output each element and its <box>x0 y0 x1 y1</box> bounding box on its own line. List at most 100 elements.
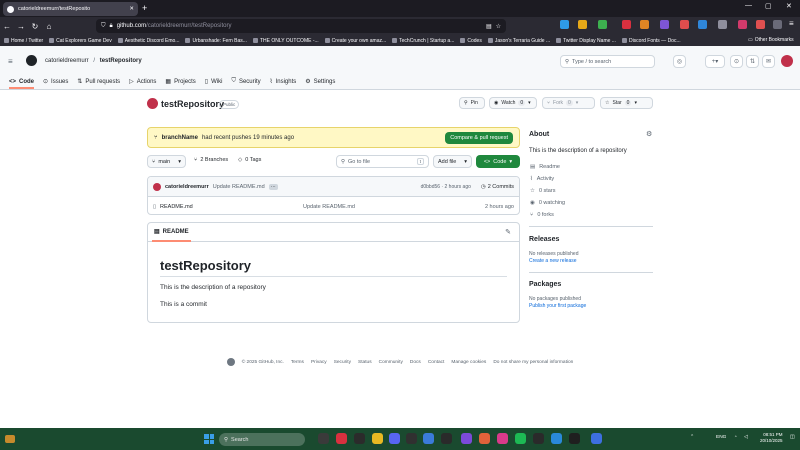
create-release-link[interactable]: Create a new release <box>529 258 577 264</box>
footer-link[interactable]: Status <box>358 360 372 365</box>
tab-actions[interactable]: ▷ Actions <box>129 78 156 89</box>
extensions-menu-icon[interactable] <box>773 20 782 29</box>
code-button[interactable]: <> Code ▾ <box>476 155 520 168</box>
commit-author[interactable]: catorieldreemurr <box>165 184 209 190</box>
taskbar-app-icon[interactable] <box>591 433 602 444</box>
close-tab-icon[interactable]: ✕ <box>129 6 134 12</box>
watching-link[interactable]: ◉ 0 watching <box>530 200 565 206</box>
bookmark-item[interactable]: Codes <box>460 38 482 44</box>
firefox-icon[interactable] <box>479 433 490 444</box>
forks-link[interactable]: ⑂ 0 forks <box>530 212 554 218</box>
repo-title[interactable]: testRepository <box>161 99 224 109</box>
issues-icon[interactable]: ⊙ <box>730 55 743 68</box>
file-commit-message[interactable]: Update README.md <box>303 204 355 210</box>
extension-icon[interactable] <box>756 20 765 29</box>
tags-link[interactable]: ◇ 0 Tags <box>238 157 261 163</box>
window-close-icon[interactable]: ✕ <box>786 2 792 10</box>
pull-requests-icon[interactable]: ⇅ <box>746 55 759 68</box>
volume-icon[interactable]: ◁ <box>744 435 748 440</box>
commits-link[interactable]: ◷ 2 Commits <box>481 184 514 190</box>
taskbar-app-icon[interactable] <box>497 433 508 444</box>
address-bar[interactable]: ⛉ 🔒︎ github.com/catorieldreemurr/testRep… <box>96 19 506 33</box>
maximize-icon[interactable]: ▢ <box>765 2 772 10</box>
star-button[interactable]: ☆ Star 0 ▾ <box>600 97 653 109</box>
branch-selector[interactable]: ⑂ main ▾ <box>147 155 186 168</box>
taskbar-app-icon[interactable] <box>318 433 329 444</box>
breadcrumb-owner[interactable]: catorieldreemurr <box>45 58 89 64</box>
tab-security[interactable]: ⛉ Security <box>231 78 260 89</box>
file-explorer-icon[interactable] <box>372 433 383 444</box>
gear-icon[interactable]: ⚙ <box>646 130 652 138</box>
extension-icon[interactable] <box>578 20 587 29</box>
notification-icon[interactable]: ◫ <box>790 435 795 440</box>
add-file-button[interactable]: Add file ▾ <box>433 155 472 168</box>
bookmark-item[interactable]: Discord Fonts — Doc... <box>621 38 681 44</box>
extension-icon[interactable] <box>698 20 707 29</box>
start-button[interactable] <box>204 434 214 444</box>
search-input[interactable]: ⚲ Type / to search <box>560 55 655 68</box>
readme-tab[interactable]: ▤ README <box>152 223 191 242</box>
taskbar-app-icon[interactable] <box>423 433 434 444</box>
footer-link[interactable]: Security <box>334 360 351 365</box>
extension-icon[interactable] <box>680 20 689 29</box>
github-logo-icon[interactable] <box>226 358 235 366</box>
extension-icon[interactable] <box>738 20 747 29</box>
activity-link[interactable]: ⌇ Activity <box>530 176 554 182</box>
avatar[interactable] <box>781 55 793 67</box>
footer-link[interactable]: Privacy <box>311 360 327 365</box>
clock[interactable]: 08:51 PM 20/10/2025 <box>760 432 783 444</box>
bookmark-star-icon[interactable]: ☆ <box>496 23 501 30</box>
extension-icon[interactable] <box>718 20 727 29</box>
footer-link[interactable]: Do not share my personal information <box>493 360 573 365</box>
bookmark-item[interactable]: Twitter Display Name ... <box>556 38 616 44</box>
language-indicator[interactable]: ENG <box>716 435 726 440</box>
footer-link[interactable]: Contact <box>428 360 445 365</box>
weather-widget[interactable] <box>5 432 45 446</box>
extension-icon[interactable] <box>640 20 649 29</box>
tab-code[interactable]: <> Code <box>9 79 35 89</box>
other-bookmarks[interactable]: ▭ Other Bookmarks <box>748 37 794 43</box>
tab-insights[interactable]: ⌇ Insights <box>270 78 297 89</box>
download-icon[interactable] <box>560 20 569 29</box>
breadcrumb-repo[interactable]: testRepository <box>100 58 142 64</box>
bookmark-item[interactable]: Create your own amaz... <box>324 38 386 44</box>
stars-link[interactable]: ☆ 0 stars <box>530 188 555 194</box>
footer-link[interactable]: Docs <box>410 360 421 365</box>
repo-owner-avatar[interactable] <box>147 98 158 109</box>
releases-heading[interactable]: Releases <box>529 236 559 243</box>
pin-button[interactable]: ⚲ Pin <box>459 97 485 109</box>
footer-link[interactable]: Community <box>379 360 403 365</box>
browser-tab[interactable]: catorieldreemurr/testReposito ✕ <box>3 2 138 16</box>
commit-meta[interactable]: d0bbd56 · 2 hours ago <box>421 184 471 190</box>
spotify-icon[interactable] <box>515 433 526 444</box>
tab-wiki[interactable]: ▯ Wiki <box>205 78 223 89</box>
tray-chevron-icon[interactable]: ⌃ <box>690 435 694 440</box>
commit-message[interactable]: Update README.md <box>213 184 265 190</box>
table-row[interactable]: ▯ README.md Update README.md 2 hours ago <box>148 198 519 214</box>
fork-button[interactable]: ⑂ Fork 0 ▾ <box>542 97 595 109</box>
watch-button[interactable]: ◉ Watch 0 ▾ <box>489 97 537 109</box>
vscode-icon[interactable] <box>551 433 562 444</box>
taskbar-app-icon[interactable] <box>336 433 347 444</box>
compare-pull-request-button[interactable]: Compare & pull request <box>445 131 513 144</box>
bookmark-item[interactable]: TechCrunch | Startup a... <box>392 38 454 44</box>
bookmark-item[interactable]: Home / Twitter <box>4 38 43 44</box>
github-logo-icon[interactable] <box>26 55 37 66</box>
taskbar-app-icon[interactable] <box>533 433 544 444</box>
footer-link[interactable]: Terms <box>291 360 304 365</box>
new-tab-icon[interactable]: + <box>142 3 147 13</box>
avatar[interactable] <box>153 182 161 191</box>
wifi-icon[interactable]: ◔ <box>734 435 737 440</box>
taskbar-app-icon[interactable] <box>461 433 472 444</box>
extension-icon[interactable] <box>622 20 631 29</box>
forward-icon[interactable]: → <box>14 22 28 31</box>
extension-icon[interactable] <box>598 20 607 29</box>
readme-link[interactable]: ▤ Readme <box>530 164 560 170</box>
hamburger-icon[interactable]: ≡ <box>8 57 13 66</box>
home-icon[interactable]: ⌂ <box>42 22 56 31</box>
packages-heading[interactable]: Packages <box>529 281 561 288</box>
minimize-icon[interactable]: — <box>745 2 752 9</box>
copilot-icon[interactable]: ◎ <box>673 55 686 68</box>
commit-details-button[interactable]: ··· <box>268 183 278 190</box>
inbox-icon[interactable]: ✉ <box>762 55 775 68</box>
